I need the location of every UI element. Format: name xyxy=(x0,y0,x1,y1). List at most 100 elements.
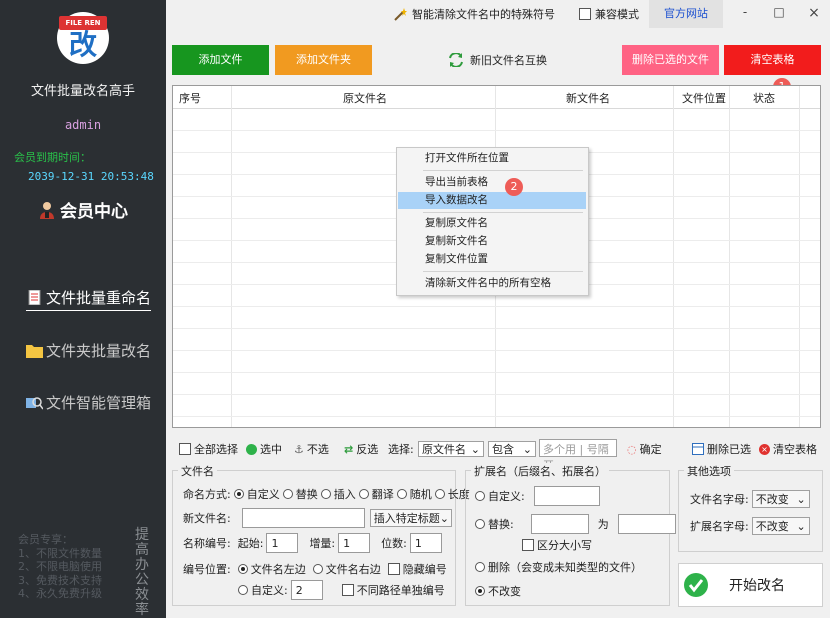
radio-custom[interactable] xyxy=(233,489,244,499)
menu-item-copy-location[interactable]: 复制文件位置 xyxy=(398,251,586,268)
expiry-date: 2039-12-31 20:53:48 xyxy=(28,170,154,183)
menu-item-export-table[interactable]: 导出当前表格 xyxy=(398,174,586,191)
menu-separator xyxy=(423,170,583,171)
ext-case-value: 不改变 xyxy=(755,520,789,533)
radio-left[interactable] xyxy=(237,564,248,574)
deselect-button[interactable]: ⚓ 不选 xyxy=(294,441,329,457)
ext-replace-to-input[interactable] xyxy=(617,514,676,534)
column-header-status[interactable]: 状态 xyxy=(753,90,775,106)
position-label: 编号位置: xyxy=(183,563,231,576)
hide-number-checkbox[interactable] xyxy=(387,563,400,575)
menu-item-import-data[interactable]: 导入数据改名 xyxy=(398,192,586,209)
nav-file-manager[interactable]: 文件智能管理箱 xyxy=(26,392,151,413)
match-select[interactable]: 包含 ⌄ xyxy=(488,441,536,457)
clean-symbols-button[interactable]: 智能清除文件名中的特殊符号 xyxy=(394,6,555,22)
delete-selected-button[interactable]: 删除已选的文件 xyxy=(622,45,719,75)
clear-table-link[interactable]: × 清空表格 xyxy=(759,441,817,457)
start-input[interactable]: 1 xyxy=(266,533,299,553)
insert-title-dropdown[interactable]: 插入特定标题 ⌄ xyxy=(369,509,452,527)
field-dropdown[interactable]: 原文件名 ⌄ xyxy=(418,441,484,457)
confirm-icon: ◌ xyxy=(627,442,637,456)
number-label: 名称编号: xyxy=(183,537,231,550)
select-button[interactable]: 选中 xyxy=(246,441,282,457)
minimize-button[interactable]: - xyxy=(737,5,753,19)
column-header-location[interactable]: 文件位置 xyxy=(682,90,726,106)
add-file-button[interactable]: 添加文件 xyxy=(172,45,269,75)
filename-case-dropdown[interactable]: 不改变 ⌄ xyxy=(751,490,810,508)
match-dropdown[interactable]: 包含 ⌄ xyxy=(488,441,536,457)
filter-input[interactable]: 多个用 | 号隔开 xyxy=(539,439,617,472)
swap-names-button[interactable]: 新旧文件名互换 xyxy=(448,52,547,68)
compat-mode-label: 兼容模式 xyxy=(595,8,639,21)
new-name-input[interactable] xyxy=(241,508,365,528)
ext-replace-from-input[interactable] xyxy=(530,514,589,534)
ext-delete-label: 删除（会变成未知类型的文件） xyxy=(488,561,642,574)
radio-right[interactable] xyxy=(312,564,323,574)
field-select[interactable]: 原文件名 ⌄ xyxy=(418,441,484,457)
clear-table-label: 清空表格 xyxy=(773,443,817,456)
ext-custom-input[interactable] xyxy=(533,486,600,506)
delete-selected-label: 删除已选 xyxy=(707,443,751,456)
invert-button[interactable]: ⇄ 反选 xyxy=(344,441,378,457)
username: admin xyxy=(64,118,102,132)
invert-icon: ⇄ xyxy=(344,442,354,456)
vip-benefit: 1、不限文件数量 xyxy=(18,546,102,560)
column-header-new-name[interactable]: 新文件名 xyxy=(566,90,610,106)
radio-ext-delete[interactable] xyxy=(475,562,485,572)
insert-title-value: 插入特定标题 xyxy=(373,512,440,525)
column-header-index[interactable]: 序号 xyxy=(179,90,201,106)
select-label: 选中 xyxy=(260,443,282,456)
choose-label: 选择: xyxy=(388,443,414,456)
custom-position-input[interactable]: 2 xyxy=(290,580,323,600)
compat-mode-checkbox[interactable]: 兼容模式 xyxy=(579,6,639,22)
new-name-row: 新文件名: 插入特定标题 ⌄ xyxy=(183,508,452,528)
radio-random[interactable] xyxy=(396,489,407,499)
magic-wand-icon xyxy=(394,7,407,21)
checkbox-icon xyxy=(179,443,191,455)
radio-replace[interactable] xyxy=(282,489,293,499)
case-sensitive-checkbox[interactable] xyxy=(522,539,534,551)
menu-item-copy-original-name[interactable]: 复制原文件名 xyxy=(398,215,586,232)
confirm-label: 确定 xyxy=(639,443,662,456)
radio-ext-unchanged[interactable] xyxy=(475,586,485,596)
case-sensitive-row: 区分大小写 xyxy=(522,537,592,553)
official-website-link[interactable]: 官方网站 xyxy=(649,0,723,28)
radio-insert[interactable] xyxy=(320,489,331,499)
ext-case-dropdown[interactable]: 不改变 ⌄ xyxy=(751,517,810,535)
maximize-button[interactable]: □ xyxy=(771,5,787,19)
ext-custom-label: 自定义: xyxy=(488,490,525,503)
radio-ext-custom[interactable] xyxy=(475,491,485,501)
close-button[interactable]: × xyxy=(806,5,822,21)
vip-center-link[interactable]: 会员中心 xyxy=(38,197,128,222)
ext-unchanged-row: 不改变 xyxy=(475,583,521,599)
filename-case-value: 不改变 xyxy=(755,493,789,506)
ext-case-row: 扩展名字母: 不改变 ⌄ xyxy=(690,517,810,535)
nav-folder-rename[interactable]: 文件夹批量改名 xyxy=(26,340,151,361)
mode-option: 替换 xyxy=(295,488,318,501)
digits-input[interactable]: 1 xyxy=(409,533,442,553)
start-rename-button[interactable]: 开始改名 xyxy=(678,563,823,607)
radio-translate[interactable] xyxy=(358,489,369,499)
nav-label: 文件批量重命名 xyxy=(46,289,152,307)
nav-file-rename[interactable]: 文件批量重命名 xyxy=(26,287,152,311)
chevron-down-icon: ⌄ xyxy=(796,492,806,506)
vip-benefit: 3、免费技术支持 xyxy=(18,573,102,587)
menu-item-copy-new-name[interactable]: 复制新文件名 xyxy=(398,233,586,250)
separate-path-checkbox[interactable] xyxy=(341,584,354,596)
confirm-button[interactable]: ◌ 确定 xyxy=(627,441,662,457)
radio-custom-position[interactable] xyxy=(238,585,248,595)
clear-table-button[interactable]: 清空表格 xyxy=(724,45,821,75)
row-divider xyxy=(173,306,820,307)
chevron-down-icon: ⌄ xyxy=(470,442,480,456)
delete-selected-link[interactable]: 删除已选 xyxy=(692,441,751,457)
mode-option: 随机 xyxy=(409,488,432,501)
radio-ext-replace[interactable] xyxy=(475,519,485,529)
select-all-checkbox[interactable]: 全部选择 xyxy=(179,441,238,457)
radio-length[interactable] xyxy=(434,489,445,499)
increment-input[interactable]: 1 xyxy=(338,533,371,553)
add-folder-button[interactable]: 添加文件夹 xyxy=(275,45,372,75)
column-header-original-name[interactable]: 原文件名 xyxy=(343,90,387,106)
select-all-label: 全部选择 xyxy=(194,443,238,456)
menu-item-remove-spaces[interactable]: 清除新文件名中的所有空格 xyxy=(398,275,586,292)
menu-item-open-location[interactable]: 打开文件所在位置 xyxy=(398,150,586,167)
